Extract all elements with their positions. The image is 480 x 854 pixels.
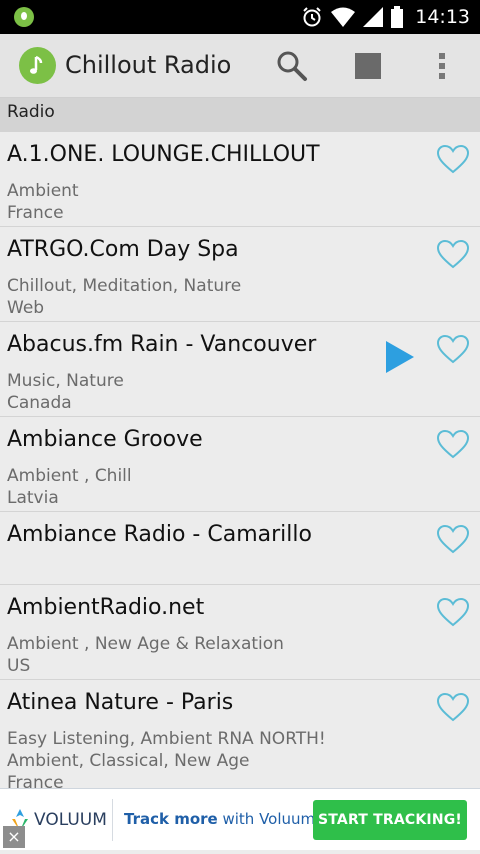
ad-close-icon[interactable]: × — [3, 826, 25, 848]
station-name: A.1.ONE. LOUNGE.CHILLOUT — [7, 142, 320, 167]
station-genre: Easy Listening, Ambient RNA NORTH! — [7, 729, 326, 749]
stop-button[interactable] — [350, 48, 386, 84]
alarm-icon — [303, 7, 321, 27]
station-name: AmbientRadio.net — [7, 595, 205, 620]
ad-brand-name: VOLUUM — [34, 810, 107, 830]
station-row[interactable]: A.1.ONE. LOUNGE.CHILLOUT Ambient France — [0, 132, 480, 227]
app-bar: Chillout Radio — [0, 34, 480, 98]
ad-cta-button[interactable]: START TRACKING! — [313, 800, 467, 840]
section-label: Radio — [7, 102, 55, 122]
station-genre: Ambient — [7, 181, 79, 201]
station-genre: Music, Nature — [7, 371, 124, 391]
station-country: France — [7, 203, 64, 223]
stop-icon — [355, 53, 381, 79]
favorite-heart-icon[interactable] — [436, 334, 470, 364]
app-title: Chillout Radio — [65, 51, 232, 79]
favorite-heart-icon[interactable] — [436, 524, 470, 554]
ad-banner[interactable]: VOLUUM Track more with Voluum! START TRA… — [0, 788, 480, 850]
app-notification-icon — [14, 7, 34, 27]
station-genre: Ambient , New Age & Relaxation — [7, 634, 284, 654]
station-row[interactable]: Ambiance Radio - Camarillo — [0, 512, 480, 585]
station-row[interactable]: Atinea Nature - Paris Easy Listening, Am… — [0, 680, 480, 788]
favorite-heart-icon[interactable] — [436, 597, 470, 627]
station-genre: Chillout, Meditation, Nature — [7, 276, 242, 296]
search-icon — [277, 51, 307, 81]
station-name: ATRGO.Com Day Spa — [7, 237, 239, 262]
clock: 14:13 — [415, 6, 470, 28]
overflow-menu-button[interactable] — [424, 48, 460, 84]
status-icons: 14:13 — [301, 0, 470, 34]
music-note-icon — [30, 55, 43, 74]
favorite-heart-icon[interactable] — [436, 429, 470, 459]
station-country: US — [7, 656, 31, 676]
more-vertical-icon — [439, 53, 445, 79]
station-name: Ambiance Groove — [7, 427, 203, 452]
ad-message: Track more with Voluum! — [124, 810, 321, 828]
play-icon[interactable] — [384, 340, 416, 374]
station-row[interactable]: AmbientRadio.net Ambient , New Age & Rel… — [0, 585, 480, 680]
station-genre-line-2: Ambient, Classical, New Age — [7, 751, 250, 771]
station-country: Canada — [7, 393, 72, 413]
station-name: Ambiance Radio - Camarillo — [7, 522, 312, 547]
station-name: Abacus.fm Rain - Vancouver — [7, 332, 317, 357]
station-row-playing[interactable]: Abacus.fm Rain - Vancouver Music, Nature… — [0, 322, 480, 417]
wifi-icon — [331, 7, 356, 27]
favorite-heart-icon[interactable] — [436, 144, 470, 174]
station-row[interactable]: Ambiance Groove Ambient , Chill Latvia — [0, 417, 480, 512]
section-header: Radio — [0, 98, 480, 132]
ad-divider — [112, 799, 113, 841]
ad-message-emphasis: Track more — [124, 810, 218, 828]
search-button[interactable] — [274, 48, 310, 84]
ad-message-rest: with Voluum! — [217, 810, 322, 828]
station-country: Latvia — [7, 488, 59, 508]
favorite-heart-icon[interactable] — [436, 239, 470, 269]
station-country: Web — [7, 298, 45, 318]
station-row[interactable]: ATRGO.Com Day Spa Chillout, Meditation, … — [0, 227, 480, 322]
station-country: France — [7, 773, 64, 788]
status-bar: 14:13 — [0, 0, 480, 34]
station-name: Atinea Nature - Paris — [7, 690, 234, 715]
favorite-heart-icon[interactable] — [436, 692, 470, 722]
station-list[interactable]: A.1.ONE. LOUNGE.CHILLOUT Ambient France … — [0, 132, 480, 788]
station-genre: Ambient , Chill — [7, 466, 132, 486]
app-logo-icon[interactable] — [19, 47, 56, 84]
signal-icon — [363, 7, 384, 27]
battery-icon — [391, 6, 404, 28]
